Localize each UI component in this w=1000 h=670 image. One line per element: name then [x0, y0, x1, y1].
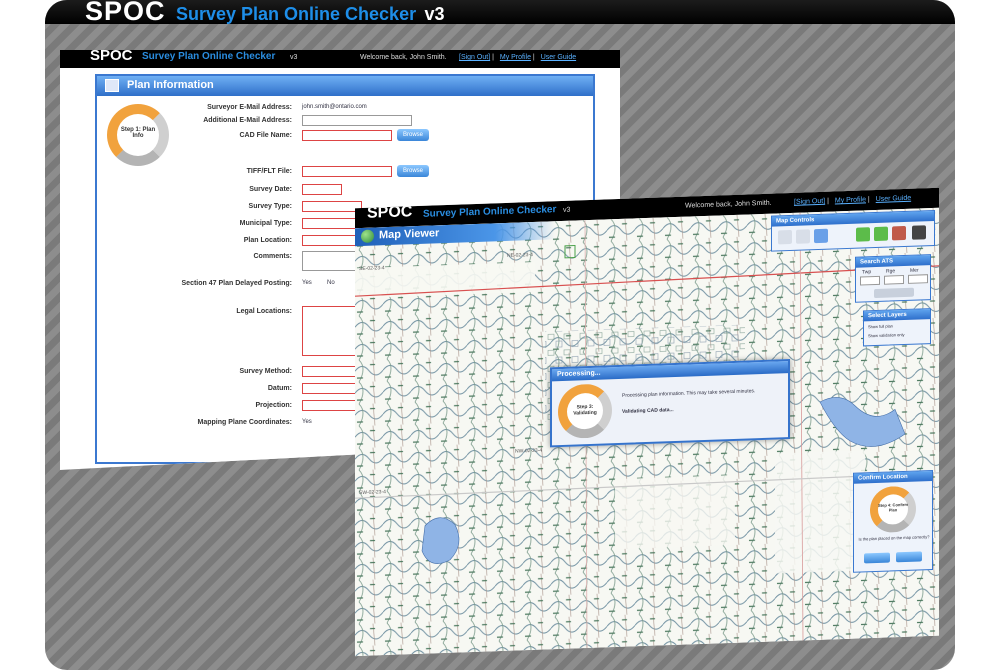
mapping-plane-label: Mapping Plane Coordinates:	[197, 419, 292, 426]
select-layers-title: Select Layers	[864, 309, 930, 321]
cad-file-field[interactable]	[302, 130, 392, 141]
clipboard-icon	[105, 79, 119, 92]
step-label: Step 4: Confirm Plan	[878, 501, 908, 513]
survey-method-label: Survey Method:	[239, 368, 292, 375]
confirm-no-button[interactable]	[896, 551, 922, 562]
survey-type-label: Survey Type:	[248, 203, 292, 210]
survey-date-label: Survey Date:	[249, 186, 292, 193]
map-viewer-window: SPOC Survey Plan Online Checker v3 Welco…	[355, 188, 939, 656]
additional-email-label: Additional E-Mail Address:	[203, 117, 292, 124]
banner-logo: SPOC Survey Plan Online Checker v3	[85, 0, 445, 27]
additional-email-field[interactable]	[302, 115, 412, 126]
layer-up-icon[interactable]	[856, 227, 870, 241]
step-label: Step 3: Validating	[573, 403, 597, 417]
map-label: NW-02-23-4	[515, 447, 543, 455]
legal-locations-field[interactable]	[302, 306, 362, 356]
projection-label: Projection:	[255, 402, 292, 409]
search-ats-title: Search ATS	[856, 255, 930, 268]
step-indicator: Step 4: Confirm Plan	[870, 486, 916, 534]
my-profile-link[interactable]: My Profile	[835, 196, 866, 204]
welcome-text: Welcome back, John Smith.	[360, 54, 447, 61]
datum-select[interactable]	[302, 383, 362, 394]
showcase-background: SPOC Survey Plan Online Checker v3 SPOC …	[45, 0, 955, 670]
projection-select[interactable]	[302, 400, 362, 411]
comments-label: Comments:	[253, 253, 292, 260]
section47-yes-radio[interactable]: Yes	[302, 280, 312, 286]
survey-type-select[interactable]	[302, 201, 362, 212]
processing-message: Processing plan information. This may ta…	[622, 388, 756, 399]
map-label: NE-02-23-4	[507, 251, 533, 259]
app-subtitle: Survey Plan Online Checker	[423, 204, 557, 220]
rge-label: Rge	[886, 268, 896, 275]
nav-links: [Sign Out] | My Profile | User Guide	[459, 54, 577, 61]
confirm-yes-button[interactable]	[864, 553, 890, 564]
comments-field[interactable]	[302, 251, 362, 271]
pan-icon[interactable]	[814, 229, 828, 243]
app-header: SPOC Survey Plan Online Checker v3 Welco…	[60, 50, 620, 68]
app-version: v3	[290, 54, 298, 61]
map-canvas[interactable]: Map Viewer NE-02-23-4 SE-02-23-4 SW-02-2…	[355, 208, 939, 656]
surveyor-email-label: Surveyor E-Mail Address:	[207, 104, 292, 111]
processing-status: Validating CAD data...	[622, 407, 674, 415]
confirm-location-title: Confirm Location	[854, 471, 932, 484]
map-label: SE-02-23-4	[359, 265, 385, 273]
confirm-question: Is the plan placed on the map correctly?	[858, 534, 930, 542]
map-controls-panel: Map Controls	[771, 210, 935, 252]
zoom-in-icon[interactable]	[778, 230, 792, 244]
user-guide-link[interactable]: User Guide	[876, 195, 911, 203]
map-viewer-title: Map Viewer	[379, 227, 440, 242]
map-label: SW-02-23-4	[359, 489, 386, 497]
plan-location-select[interactable]	[302, 235, 362, 246]
banner-logo-text: SPOC	[85, 0, 166, 26]
user-guide-link[interactable]: User Guide	[541, 54, 576, 61]
sign-out-link[interactable]: [Sign Out]	[794, 198, 825, 206]
layer-option-full[interactable]: Show full plan	[868, 323, 893, 329]
banner: SPOC Survey Plan Online Checker v3	[45, 0, 955, 27]
banner-version: v3	[424, 4, 445, 24]
mer-input[interactable]	[908, 274, 928, 284]
nav-links: [Sign Out] | My Profile | User Guide	[794, 194, 912, 206]
banner-subtitle: Survey Plan Online Checker	[175, 4, 417, 24]
select-layers-panel: Select Layers Show full plan Show valida…	[863, 308, 931, 346]
search-button[interactable]	[874, 288, 914, 298]
globe-icon	[361, 230, 374, 243]
app-logo: SPOC	[90, 47, 133, 64]
step-indicator: Step 3: Validating	[558, 383, 612, 439]
processing-dialog: Processing... Step 3: Validating Process…	[550, 359, 790, 447]
plan-location-label: Plan Location:	[243, 237, 292, 244]
tiff-file-field[interactable]	[302, 166, 392, 177]
rge-input[interactable]	[884, 275, 904, 285]
tiff-file-label: TIFF/FLT File:	[246, 168, 292, 175]
section47-no-radio[interactable]: No	[327, 280, 335, 286]
municipal-type-select[interactable]	[302, 218, 362, 229]
home-icon[interactable]	[912, 225, 926, 239]
layer-down-icon[interactable]	[874, 227, 888, 241]
section47-label: Section 47 Plan Delayed Posting:	[181, 280, 292, 287]
legal-locations-label: Legal Locations:	[236, 308, 292, 315]
cad-file-label: CAD File Name:	[239, 132, 292, 139]
survey-method-select[interactable]	[302, 366, 362, 377]
app-subtitle: Survey Plan Online Checker	[142, 51, 276, 62]
mapping-plane-yes-radio[interactable]: Yes	[302, 419, 312, 425]
survey-date-field[interactable]	[302, 184, 342, 195]
my-profile-link[interactable]: My Profile	[500, 54, 531, 61]
app-version: v3	[563, 206, 571, 214]
welcome-text: Welcome back, John Smith.	[685, 199, 772, 210]
layer-option-validation[interactable]: Show validation only	[868, 332, 904, 338]
surveyor-email-value: john.smith@ontario.com	[302, 104, 367, 110]
datum-label: Datum:	[267, 385, 292, 392]
municipal-type-label: Municipal Type:	[239, 220, 292, 227]
panel-title: Plan Information	[127, 79, 214, 91]
confirm-location-panel: Confirm Location Step 4: Confirm Plan Is…	[853, 470, 933, 573]
tiff-browse-button[interactable]: Browse	[397, 165, 429, 177]
zoom-out-icon[interactable]	[796, 229, 810, 243]
mer-label: Mer	[910, 267, 919, 274]
twp-input[interactable]	[860, 276, 880, 286]
twp-label: Twp	[862, 269, 872, 276]
search-ats-panel: Search ATS Twp Rge Mer	[855, 254, 931, 303]
panel-header: Plan Information	[97, 76, 593, 96]
layers-icon[interactable]	[892, 226, 906, 240]
sign-out-link[interactable]: [Sign Out]	[459, 54, 490, 61]
cad-browse-button[interactable]: Browse	[397, 129, 429, 141]
